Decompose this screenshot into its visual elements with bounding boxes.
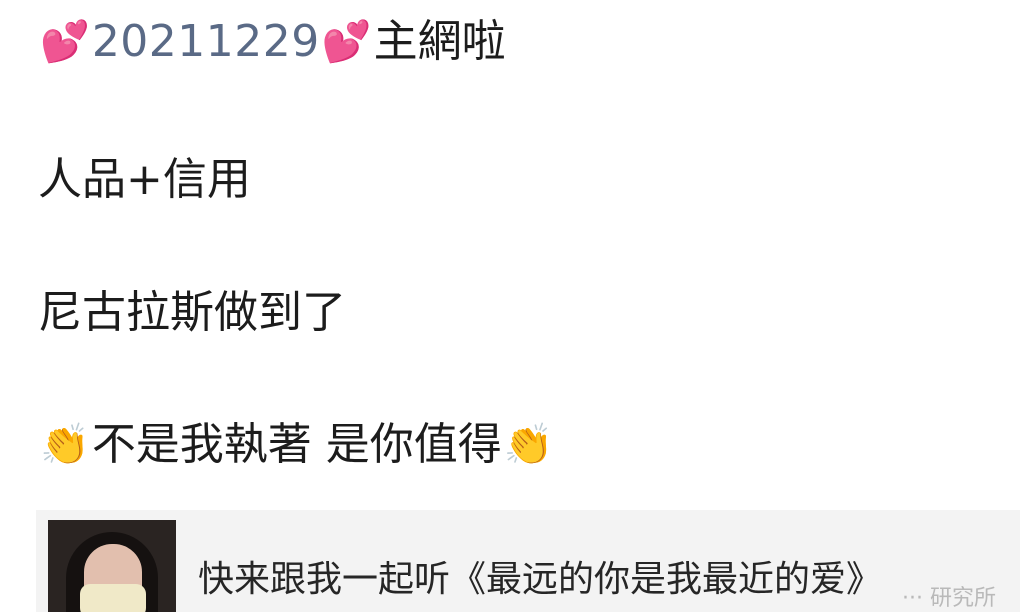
- post-line-text: 不是我執著 是你值得: [91, 419, 502, 470]
- post-line-closing: 👏 不是我執著 是你值得 👏: [38, 415, 556, 475]
- post-date: 20211229: [91, 16, 320, 67]
- post-line: 尼古拉斯做到了: [38, 287, 346, 338]
- post-line: 人品+信用: [38, 154, 251, 205]
- two-hearts-icon: 💕: [40, 19, 90, 65]
- music-share-card[interactable]: 快来跟我一起听《最远的你是我最近的爱》 ··· 研究所: [36, 510, 1020, 612]
- clapping-hands-icon: 👏: [503, 422, 554, 468]
- share-card-title[interactable]: 快来跟我一起听《最远的你是我最近的爱》: [198, 560, 882, 600]
- post-line-text: 主網啦: [373, 16, 506, 67]
- two-hearts-icon: 💕: [321, 19, 372, 65]
- cover-mask: [80, 584, 146, 612]
- singer-photo-icon: [48, 520, 176, 612]
- post-content: 💕 20211229 💕 主網啦 人品+信用 尼古拉斯做到了 👏 不是我執著 是…: [0, 0, 1020, 612]
- post-line-date: 💕 20211229 💕 主網啦: [38, 12, 506, 72]
- clapping-hands-icon: 👏: [40, 422, 90, 468]
- watermark: ··· 研究所: [902, 586, 996, 611]
